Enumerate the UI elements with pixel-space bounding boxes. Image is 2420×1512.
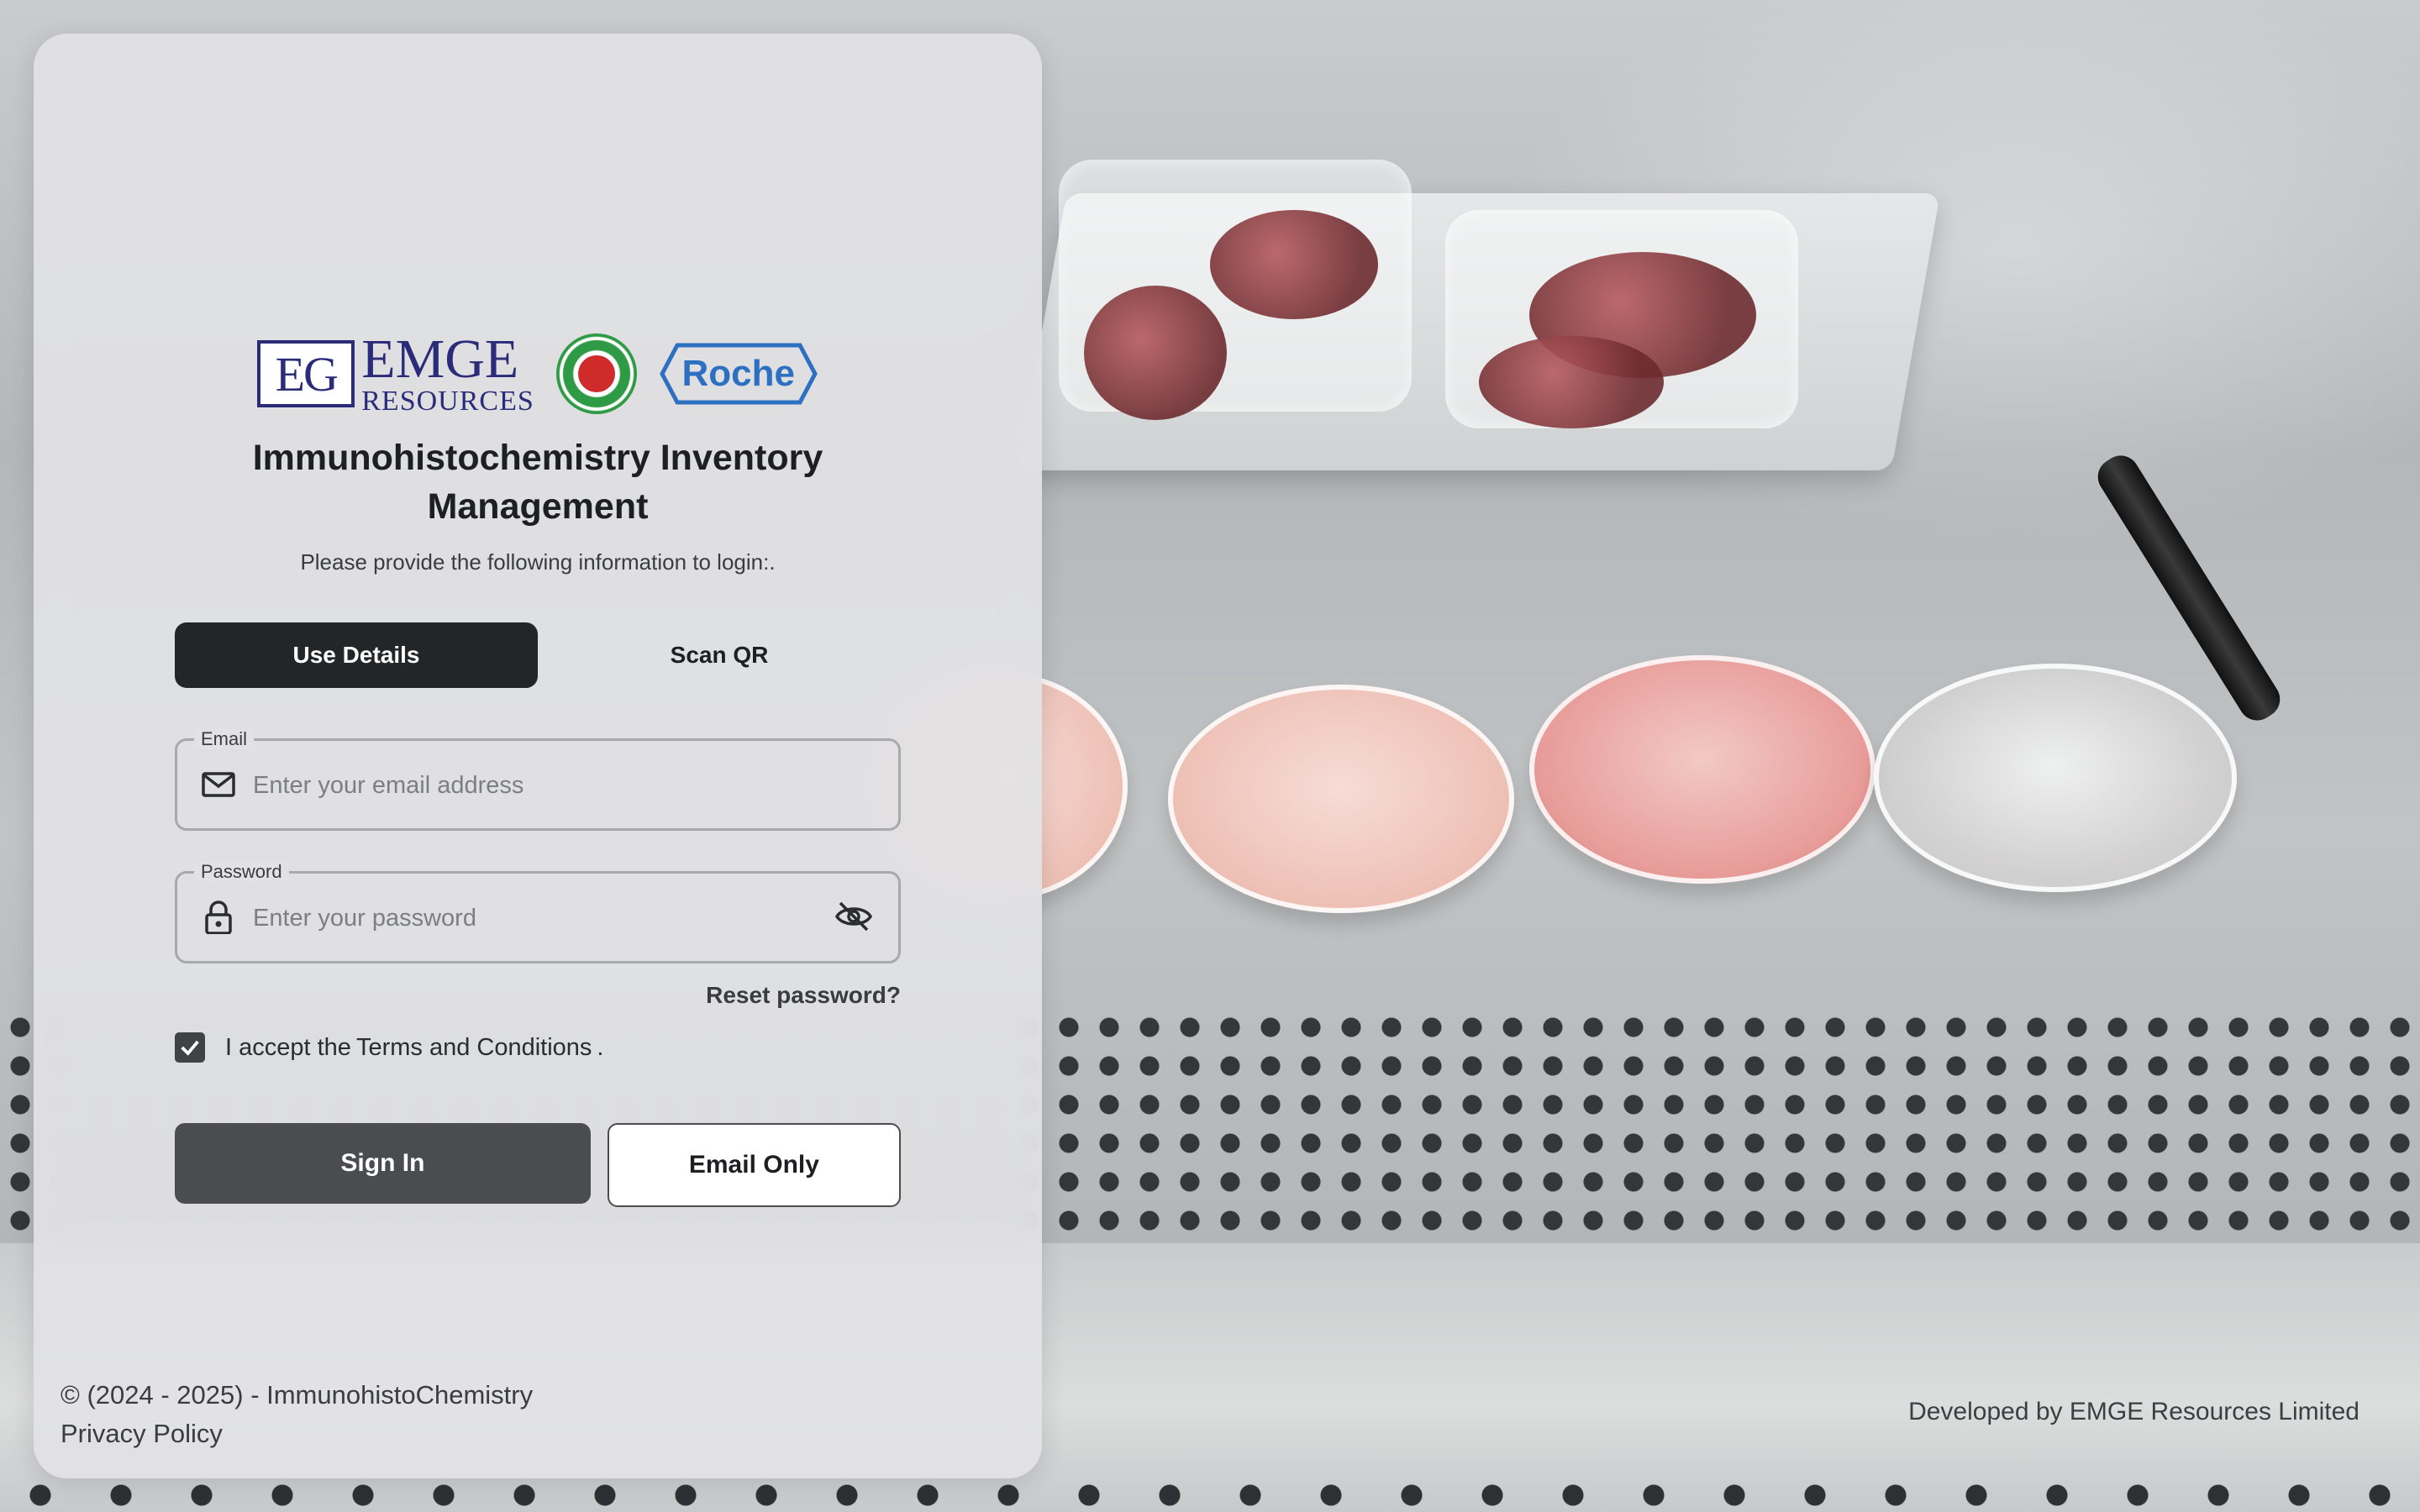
copyright-text: © (2024 - 2025) - ImmunohistoChemistry xyxy=(60,1380,534,1410)
lock-icon xyxy=(205,900,232,934)
tissue-sample xyxy=(1084,286,1227,420)
emge-logo: EG EMGE RESOURCES xyxy=(257,332,534,416)
tab-use-details[interactable]: Use Details xyxy=(175,622,538,688)
terms-suffix: . xyxy=(597,1033,604,1061)
email-input[interactable] xyxy=(251,741,826,830)
roche-name: Roche xyxy=(681,353,795,394)
nicrat-crab-icon xyxy=(577,355,615,392)
check-icon xyxy=(181,1040,199,1056)
roche-logo: Roche xyxy=(659,342,818,406)
terms-prefix: I accept the xyxy=(225,1033,351,1061)
petri-dish xyxy=(1168,685,1514,913)
sign-in-button[interactable]: Sign In xyxy=(175,1123,591,1204)
emge-name: EMGE xyxy=(361,328,519,390)
eye-off-icon[interactable] xyxy=(834,899,873,934)
emge-wordmark: EMGE RESOURCES xyxy=(361,332,534,416)
petri-dish xyxy=(1529,655,1876,884)
reset-password-link[interactable]: Reset password? xyxy=(175,982,901,1009)
email-label: Email xyxy=(194,729,255,749)
petri-dish xyxy=(1874,664,2237,892)
password-field: Password xyxy=(175,862,901,963)
terms-checkbox[interactable] xyxy=(175,1032,205,1063)
emge-sub: RESOURCES xyxy=(361,386,534,417)
page-title: Immunohistochemistry Inventory Managemen… xyxy=(252,438,823,527)
privacy-policy-link[interactable]: Privacy Policy xyxy=(60,1415,533,1453)
floor-holes xyxy=(0,1478,2420,1512)
nicrat-logo xyxy=(555,333,637,414)
terms-row: I accept the Terms and Conditions. xyxy=(175,1032,901,1063)
tissue-sample xyxy=(1479,336,1664,428)
password-input[interactable] xyxy=(251,874,826,963)
developer-credit: Developed by EMGE Resources Limited xyxy=(1908,1398,2360,1425)
mail-icon xyxy=(202,772,235,797)
tab-scan-qr[interactable]: Scan QR xyxy=(538,622,901,688)
login-method-tabs: Use Details Scan QR xyxy=(175,622,901,688)
terms-link[interactable]: Terms and Conditions xyxy=(356,1034,592,1062)
email-field: Email xyxy=(175,729,901,831)
login-form: EG EMGE RESOURCES Roche Immunohistochemi… xyxy=(175,319,901,1207)
page-subtitle: Please provide the following information… xyxy=(300,549,776,575)
emge-mark: EG xyxy=(257,340,355,407)
card-footer: © (2024 - 2025) - ImmunohistoChemistry P… xyxy=(60,1376,533,1453)
tissue-sample xyxy=(1210,210,1378,319)
partner-logos: EG EMGE RESOURCES Roche xyxy=(175,319,901,428)
action-buttons: Sign In Email Only xyxy=(175,1123,901,1207)
login-card: EG EMGE RESOURCES Roche Immunohistochemi… xyxy=(34,34,1042,1478)
email-only-button[interactable]: Email Only xyxy=(607,1123,901,1207)
